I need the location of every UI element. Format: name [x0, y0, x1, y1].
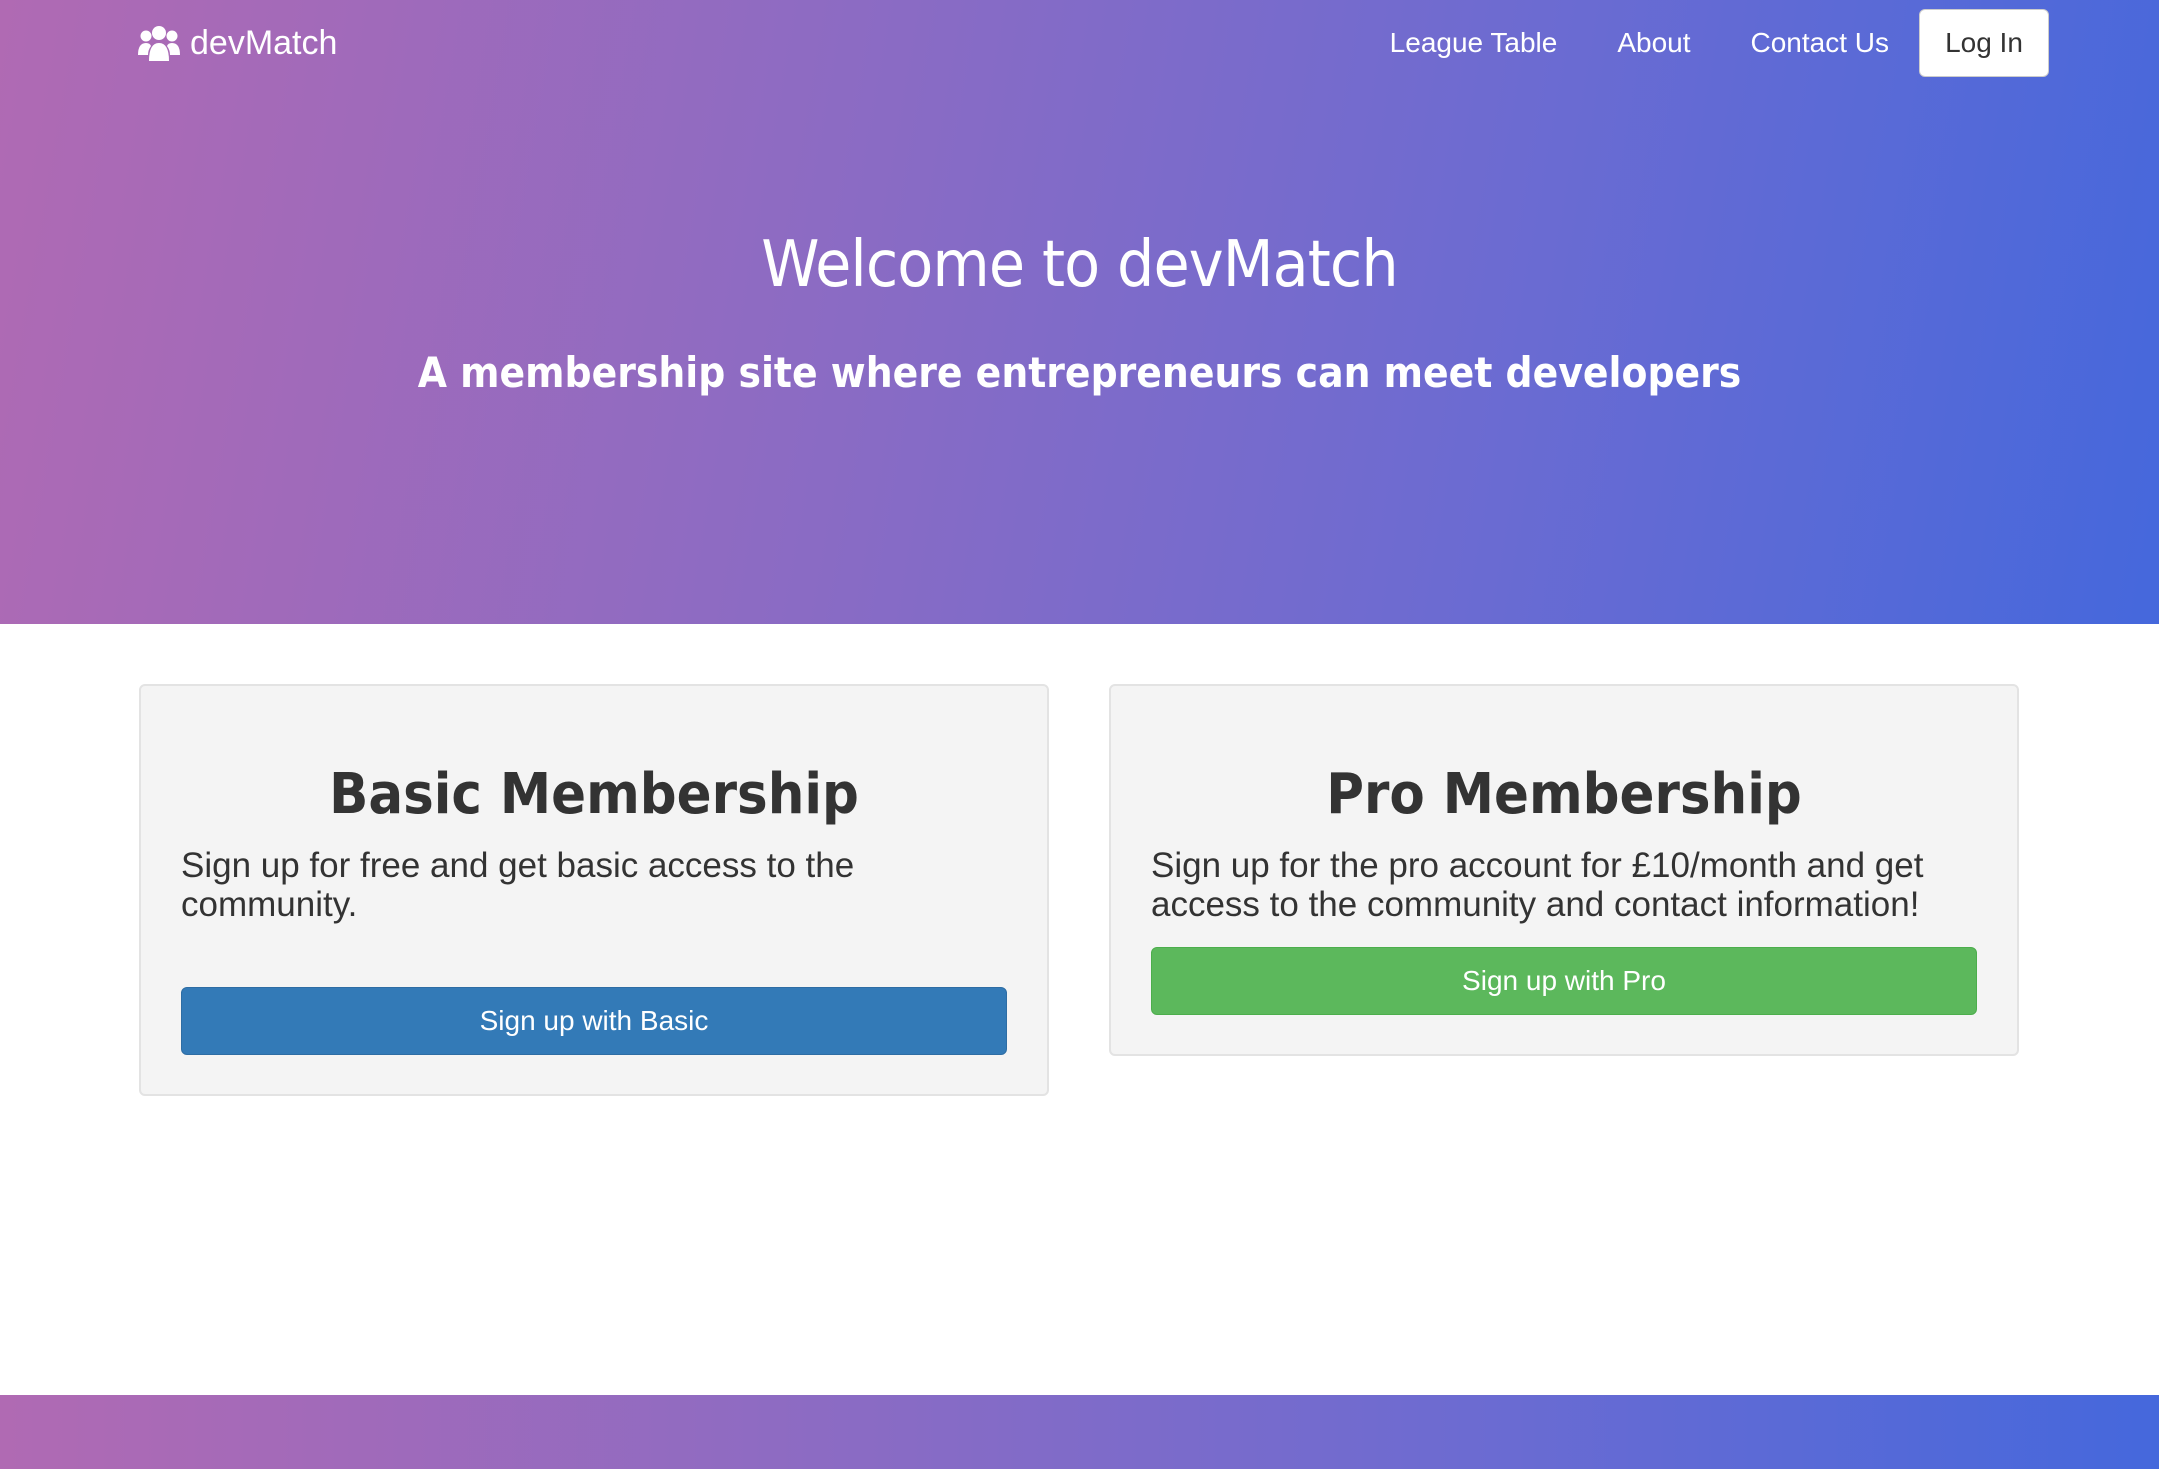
nav-link-about[interactable]: About	[1617, 27, 1690, 59]
hero-title: Welcome to devMatch	[761, 228, 1398, 302]
brand-name: devMatch	[190, 23, 338, 62]
signup-basic-button[interactable]: Sign up with Basic	[181, 986, 1007, 1055]
pro-membership-card: Pro Membership Sign up for the pro accou…	[1109, 684, 2019, 1056]
basic-membership-card: Basic Membership Sign up for free and ge…	[139, 684, 1049, 1096]
hero-banner: devMatch League Table About Contact Us L…	[0, 0, 2159, 624]
nav-links: League Table About Contact Us Log In	[1390, 9, 2049, 77]
navbar: devMatch League Table About Contact Us L…	[0, 0, 2159, 86]
users-icon	[138, 26, 180, 61]
nav-link-league-table[interactable]: League Table	[1390, 27, 1558, 59]
footer-bar	[0, 1395, 2159, 1469]
pro-membership-title: Pro Membership	[1326, 762, 1802, 827]
pro-membership-description: Sign up for the pro account for £10/mont…	[1151, 845, 1924, 924]
brand-link[interactable]: devMatch	[138, 18, 337, 68]
signup-pro-button[interactable]: Sign up with Pro	[1151, 946, 1977, 1015]
basic-membership-description: Sign up for free and get basic access to…	[181, 845, 855, 924]
hero-subtitle: A membership site where entrepreneurs ca…	[417, 348, 1742, 397]
basic-membership-title: Basic Membership	[329, 762, 859, 827]
nav-link-contact-us[interactable]: Contact Us	[1751, 27, 1890, 59]
login-button[interactable]: Log In	[1919, 9, 2049, 77]
